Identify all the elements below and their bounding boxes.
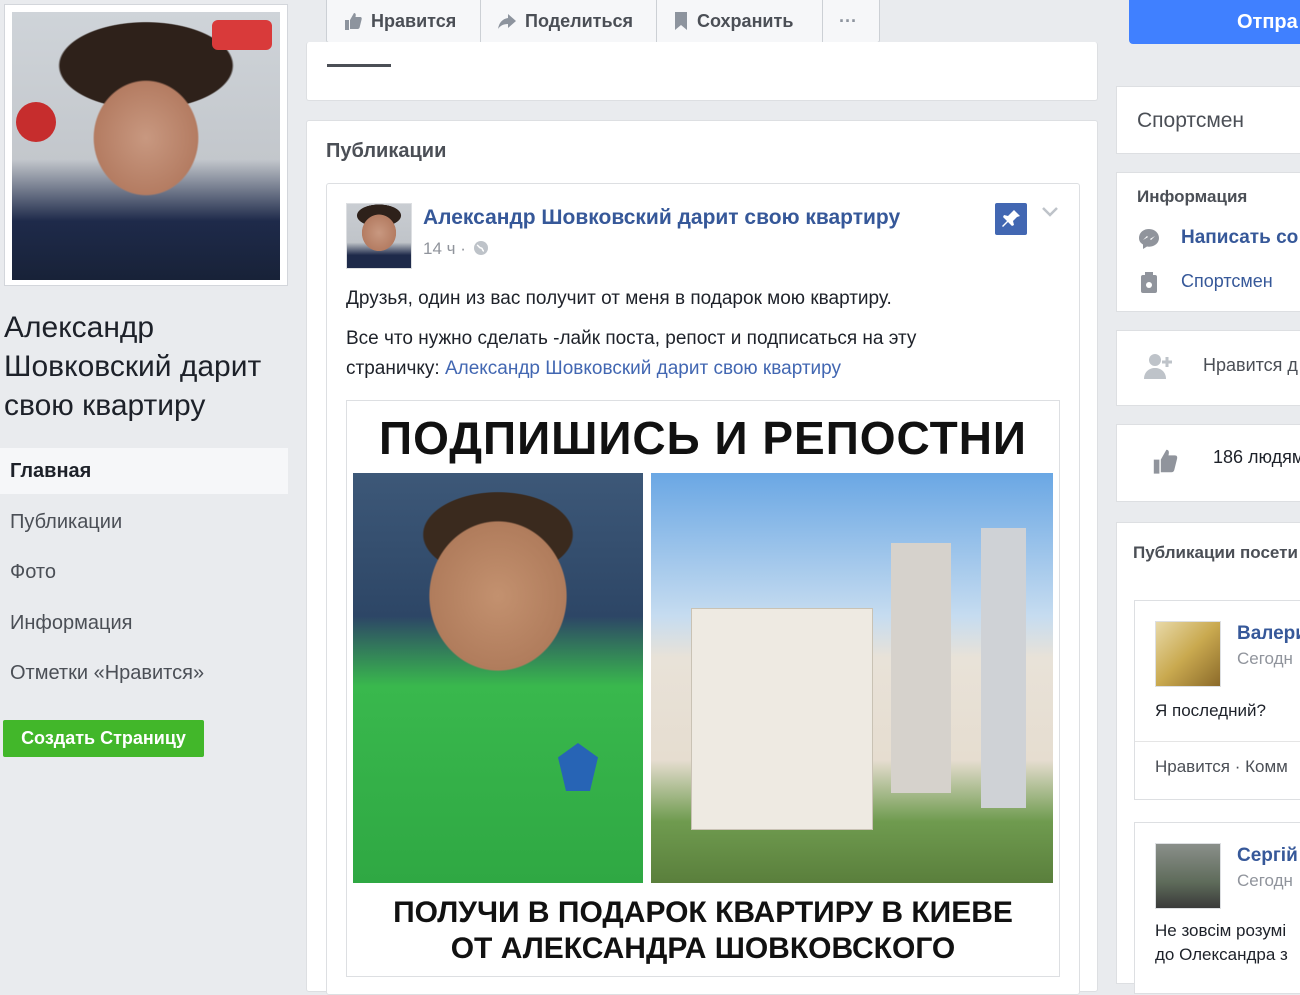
visitor-name[interactable]: Сергій: [1237, 845, 1298, 867]
sponsor-logo: [212, 20, 272, 50]
timestamp-text[interactable]: 14 ч ·: [423, 239, 466, 258]
building-shape: [891, 543, 951, 793]
tab-underline: [327, 64, 391, 67]
visitor-post: Сергій Сегодн Не зовсім розумі до Олекса…: [1134, 822, 1300, 994]
poster-player-photo: [353, 473, 643, 883]
likes-count-card: 186 людям: [1116, 424, 1300, 502]
post-image[interactable]: ПОДПИШИСЬ И РЕПОСТНИ ПОЛУЧИ В ПОДАРОК КВ…: [346, 400, 1060, 977]
info-title: Информация: [1137, 187, 1248, 206]
sponsor-logo: [16, 102, 56, 142]
post-text-prefix: страничку:: [346, 358, 445, 379]
post-options-button[interactable]: [1040, 205, 1060, 224]
nav-item-likes[interactable]: Отметки «Нравится»: [0, 650, 288, 696]
visitor-post: Валери Сегодн Я последний? Нравится · Ко…: [1134, 600, 1300, 800]
profile-picture[interactable]: [4, 4, 288, 286]
visitor-post-text: до Олександра з: [1155, 945, 1288, 964]
chevron-down-icon: [1042, 207, 1058, 217]
page-mention-link[interactable]: Александр Шовковский дарит свою квартиру: [445, 358, 841, 379]
send-message-button[interactable]: Отпра: [1129, 0, 1300, 44]
divider: [1135, 741, 1300, 742]
thumbs-up-icon: [1153, 449, 1178, 474]
more-options-button[interactable]: ···: [823, 0, 879, 42]
visitor-post-text: Я последний?: [1155, 701, 1266, 720]
share-label[interactable]: Поделиться: [525, 11, 633, 32]
invite-friends-card: Нравится д: [1116, 330, 1300, 406]
visitor-post-time[interactable]: Сегодн: [1237, 649, 1293, 669]
save-page-button[interactable]: Сохранить: [657, 0, 823, 42]
messenger-icon: [1139, 229, 1159, 249]
invite-friends-text[interactable]: Нравится д: [1203, 355, 1298, 376]
visitor-posts-title: Публикации посети: [1133, 543, 1298, 562]
nav-item-posts[interactable]: Публикации: [0, 499, 288, 545]
visitor-post-time[interactable]: Сегодн: [1237, 871, 1293, 891]
post-timestamp: 14 ч ·: [423, 239, 489, 259]
category-card: Спортсмен: [1116, 86, 1300, 154]
info-card: Информация Написать со Спортсмен: [1116, 172, 1300, 312]
create-page-button[interactable]: Создать Страницу: [3, 720, 204, 757]
poster-headline: ПОДПИШИСЬ И РЕПОСТНИ: [379, 412, 1027, 464]
page-action-bar: Нравится Поделиться Сохранить ···: [326, 0, 880, 43]
nav-item-photos[interactable]: Фото: [0, 549, 288, 595]
globe-icon: [473, 241, 488, 255]
nav-item-info[interactable]: Информация: [0, 600, 288, 646]
page-title: Александр Шовковский дарит свою квартиру: [4, 311, 262, 422]
like-page-button[interactable]: Нравится: [327, 0, 481, 42]
visitor-post-text: Не зовсім розумі: [1155, 921, 1287, 940]
poster-building-photo: [651, 473, 1053, 883]
category-icon: [1141, 272, 1157, 293]
visitor-name[interactable]: Валери: [1237, 623, 1300, 645]
poster-caption-line: ПОЛУЧИ В ПОДАРОК КВАРТИРУ В КИЕВЕ: [393, 896, 1013, 929]
pin-icon: [1002, 210, 1020, 227]
pinned-post-badge: [995, 203, 1027, 235]
post-author-name[interactable]: Александр Шовковский дарит свою квартиру: [423, 206, 900, 230]
likes-count: 186 людям: [1213, 447, 1300, 467]
share-page-button[interactable]: Поделиться: [481, 0, 657, 42]
post-author-avatar[interactable]: [346, 203, 412, 269]
save-label: Сохранить: [697, 10, 794, 31]
like-label: Нравится: [371, 10, 457, 31]
post-text-line: страничку: Александр Шовковский дарит св…: [346, 354, 1046, 384]
nav-item-home[interactable]: Главная: [0, 448, 288, 494]
bookmark-icon: [675, 12, 687, 30]
thumbs-up-icon: [345, 13, 362, 30]
page-category: Спортсмен: [1137, 109, 1245, 132]
send-message-link[interactable]: Написать со: [1181, 227, 1298, 249]
club-crest: [558, 743, 598, 791]
visitor-avatar[interactable]: [1155, 843, 1221, 909]
building-shape: [981, 528, 1026, 808]
category-link[interactable]: Спортсмен: [1181, 271, 1273, 292]
add-friend-icon: [1144, 354, 1172, 379]
building-shape: [691, 608, 873, 830]
share-icon: [498, 14, 516, 29]
visitor-avatar[interactable]: [1155, 621, 1221, 687]
section-title: Публикации: [326, 140, 447, 162]
profile-photo: [12, 12, 280, 280]
poster-caption: ПОЛУЧИ В ПОДАРОК КВАРТИРУ В КИЕВЕ ОТ АЛЕ…: [347, 895, 1059, 967]
about-card-bottom: [306, 42, 1098, 101]
poster-caption-line: ОТ АЛЕКСАНДРА ШОВКОВСКОГО: [450, 932, 956, 965]
visitor-post-actions[interactable]: Нравится · Комм: [1155, 757, 1288, 777]
post-text-line: Все что нужно сделать -лайк поста, репос…: [346, 328, 917, 349]
post-text-line: Друзья, один из вас получит от меня в по…: [346, 288, 892, 309]
